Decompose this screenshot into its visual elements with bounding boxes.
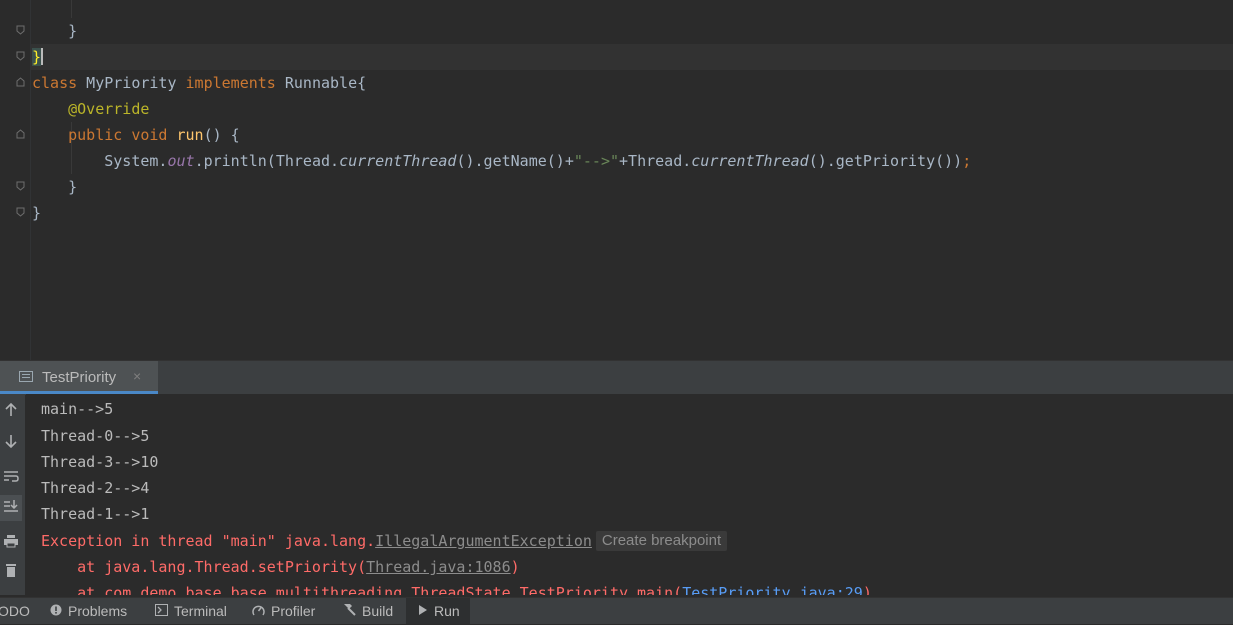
stacktrace-line: at com.demo.base.base.multithreading.Thr… [41, 580, 872, 595]
bottom-tool-bar: ODO Problems Terminal Profiler Build Run [0, 597, 1233, 624]
fold-start-icon[interactable] [16, 129, 25, 139]
exception-class-link[interactable]: IllegalArgumentException [375, 532, 592, 550]
create-breakpoint-button[interactable]: Create breakpoint [595, 531, 728, 551]
text-caret [41, 48, 44, 65]
code-line: public void run() { [32, 122, 240, 148]
interface-name: Runnable{ [275, 74, 367, 92]
fold-end-icon[interactable] [16, 181, 25, 191]
run-tool-button[interactable]: Run [406, 598, 470, 624]
stacktrace-text: at java.lang.Thread.setPriority( [41, 558, 367, 576]
code-token: System. [104, 152, 168, 170]
console-icon [19, 371, 33, 382]
console-line: Thread-1-->1 [41, 505, 150, 523]
profiler-tool-button[interactable]: Profiler [252, 598, 315, 624]
code-token: ().getPriority()) [808, 152, 963, 170]
stacktrace-text: ) [862, 584, 872, 595]
code-line: } [32, 200, 41, 226]
static-method: currentThread [339, 152, 457, 170]
static-method: currentThread [691, 152, 809, 170]
stacktrace-text: ) [510, 558, 520, 576]
closing-brace: } [68, 178, 78, 196]
console-line: Thread-3-->10 [41, 453, 159, 471]
class-name: MyPriority [77, 74, 186, 92]
console-line: Thread-0-->5 [41, 427, 150, 445]
closing-brace: } [32, 204, 42, 222]
tab-label: TestPriority [42, 369, 117, 386]
scroll-to-end-icon[interactable] [0, 495, 22, 521]
problems-tool-button[interactable]: Problems [50, 598, 127, 624]
arrow-down-icon[interactable] [0, 431, 22, 457]
stacktrace-text: at com.demo.base.base.multithreading.Thr… [41, 584, 683, 595]
closing-brace: } [68, 22, 78, 40]
keyword: public [68, 126, 123, 144]
soft-wrap-icon[interactable] [0, 465, 22, 491]
problems-icon [50, 599, 62, 625]
console-output[interactable]: main-->5 Thread-0-->5 Thread-3-->10 Thre… [26, 394, 1233, 595]
run-icon [418, 599, 428, 625]
code-token: ().getName()+ [456, 152, 574, 170]
code-token: +Thread. [619, 152, 692, 170]
fold-end-icon[interactable] [16, 51, 25, 61]
build-label: Build [362, 603, 394, 619]
build-tool-button[interactable]: Build [342, 598, 393, 624]
keyword: class [32, 74, 78, 92]
hammer-icon [342, 599, 356, 625]
exception-text: Exception in thread "main" java.lang. [41, 532, 376, 550]
code-token: .println(Thread. [194, 152, 340, 170]
indent-guide [71, 0, 72, 18]
static-field: out [167, 152, 195, 170]
fold-start-icon[interactable] [16, 77, 25, 87]
code-line: @Override [32, 96, 149, 122]
source-link[interactable]: Thread.java:1086 [366, 558, 511, 576]
terminal-icon [155, 599, 168, 625]
console-line: main-->5 [41, 400, 114, 418]
console-toolbar [0, 394, 25, 595]
code-line: } [32, 174, 77, 200]
close-icon[interactable]: × [133, 368, 141, 384]
source-link[interactable]: TestPriority.java:29 [682, 584, 863, 595]
code-line: } [32, 44, 44, 70]
tab-testpriority[interactable]: TestPriority × [0, 361, 158, 394]
profiler-icon [252, 599, 265, 625]
code-line: } [32, 18, 77, 44]
editor-gutter [0, 0, 31, 360]
profiler-label: Profiler [271, 603, 316, 619]
run-tool-window-header: TestPriority × [0, 360, 1233, 395]
current-line-highlight [0, 44, 1233, 70]
matched-brace: } [32, 48, 42, 66]
string-literal: "-->" [573, 152, 620, 170]
terminal-tool-button[interactable]: Terminal [155, 598, 227, 624]
keyword: void [122, 126, 177, 144]
run-label: Run [434, 603, 460, 619]
keyword: implements [185, 74, 276, 92]
fold-end-icon[interactable] [16, 207, 25, 217]
todo-label: ODO [0, 603, 30, 619]
code-line: class MyPriority implements Runnable{ [32, 70, 366, 96]
annotation: @Override [68, 100, 150, 118]
code-line: System.out.println(Thread.currentThread(… [32, 148, 971, 174]
console-line: Thread-2-->4 [41, 479, 150, 497]
fold-end-icon[interactable] [16, 25, 25, 35]
stacktrace-line: at java.lang.Thread.setPriority(Thread.j… [41, 554, 520, 580]
exception-line: Exception in thread "main" java.lang.Ill… [41, 528, 728, 554]
trash-icon[interactable] [0, 560, 22, 586]
code-editor[interactable]: } } class MyPriority implements Runnable… [0, 0, 1233, 360]
semicolon: ; [962, 152, 972, 170]
problems-label: Problems [68, 603, 128, 619]
arrow-up-icon[interactable] [0, 400, 22, 426]
method-params: () { [203, 126, 240, 144]
terminal-label: Terminal [174, 603, 227, 619]
print-icon[interactable] [0, 530, 22, 556]
todo-tool-button[interactable]: ODO [0, 598, 30, 624]
method-name: run [176, 126, 204, 144]
